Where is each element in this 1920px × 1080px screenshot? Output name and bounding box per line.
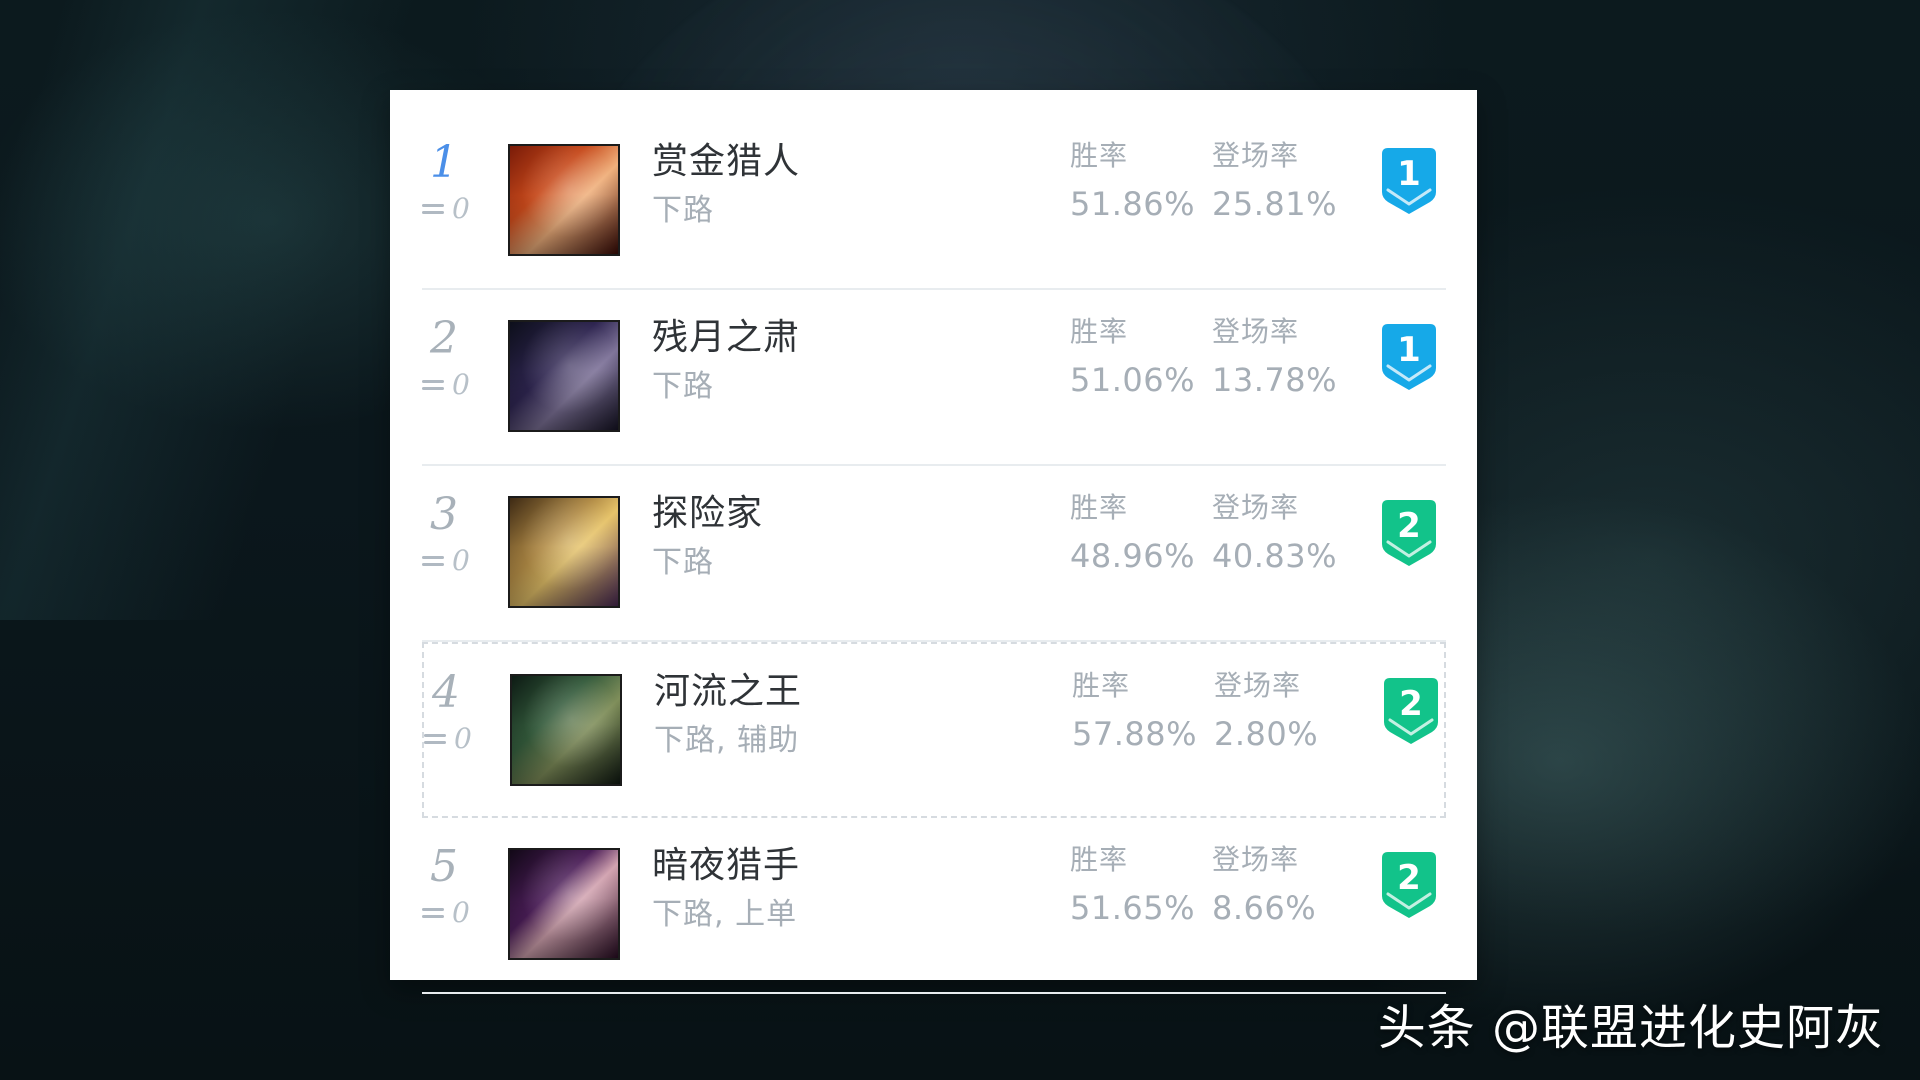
ranking-row-2[interactable]: 2 0 残月之肃 下路 胜率 51.06% 登场率 13.78% 1 (422, 290, 1446, 466)
champion-portrait-icon[interactable] (510, 674, 622, 786)
win-rate-stat: 胜率 57.88% (1072, 668, 1212, 754)
equals-icon (422, 378, 444, 392)
ranking-row-1[interactable]: 1 0 赏金猎人 下路 胜率 51.86% 登场率 25.81% 1 (422, 114, 1446, 290)
win-rate-value: 51.86% (1070, 185, 1196, 223)
pick-rate-label: 登场率 (1212, 491, 1300, 524)
pick-rate-value: 40.83% (1212, 537, 1338, 575)
win-rate-label: 胜率 (1072, 669, 1131, 702)
rank-change: 0 (422, 896, 502, 930)
pick-rate-label: 登场率 (1212, 315, 1300, 348)
ranking-row-4[interactable]: 4 0 河流之王 下路, 辅助 胜率 57.88% 登场率 2.80% 2 (422, 642, 1446, 818)
equals-icon (424, 732, 446, 746)
win-rate-value: 51.65% (1070, 889, 1196, 927)
champion-lane: 下路, 辅助 (654, 723, 800, 758)
champion-ranking-panel: 1 0 赏金猎人 下路 胜率 51.86% 登场率 25.81% 1 2 0 残… (390, 90, 1477, 994)
champion-name[interactable]: 暗夜猎手 (652, 844, 800, 888)
pick-rate-stat: 登场率 13.78% (1212, 314, 1352, 400)
rank-change: 0 (424, 722, 504, 756)
rank-change: 0 (422, 368, 502, 402)
win-rate-label: 胜率 (1070, 139, 1129, 172)
pick-rate-label: 登场率 (1212, 139, 1300, 172)
rank-change-value: 0 (452, 192, 470, 225)
tier-badge-number: 2 (1397, 858, 1421, 898)
win-rate-label: 胜率 (1070, 315, 1129, 348)
watermark-text: 头条 @联盟进化史阿灰 (1377, 1000, 1884, 1056)
win-rate-stat: 胜率 48.96% (1070, 490, 1210, 576)
win-rate-value: 51.06% (1070, 361, 1196, 399)
equals-icon (422, 906, 444, 920)
rank-change-value: 0 (452, 368, 470, 401)
win-rate-label: 胜率 (1070, 843, 1129, 876)
tier-badge-icon: 1 (1378, 320, 1440, 392)
pick-rate-stat: 登场率 40.83% (1212, 490, 1352, 576)
champion-portrait-icon[interactable] (508, 848, 620, 960)
portrait-shade (510, 498, 618, 606)
win-rate-value: 57.88% (1072, 715, 1198, 753)
equals-icon (422, 202, 444, 216)
tier-badge-icon: 2 (1380, 674, 1442, 746)
pick-rate-value: 13.78% (1212, 361, 1338, 399)
rank-change-value: 0 (454, 722, 472, 755)
portrait-shade (512, 676, 620, 784)
champion-name[interactable]: 赏金猎人 (652, 140, 800, 184)
pick-rate-label: 登场率 (1212, 843, 1300, 876)
tier-badge-icon: 2 (1378, 848, 1440, 920)
champion-lane: 下路, 上单 (652, 897, 798, 932)
rank-change-value: 0 (452, 896, 470, 929)
tier-badge-number: 2 (1397, 506, 1421, 546)
rank-number: 3 (430, 489, 458, 540)
pick-rate-stat: 登场率 25.81% (1212, 138, 1352, 224)
ranking-row-5[interactable]: 5 0 暗夜猎手 下路, 上单 胜率 51.65% 登场率 8.66% 2 (422, 818, 1446, 994)
pick-rate-label: 登场率 (1214, 669, 1302, 702)
win-rate-stat: 胜率 51.06% (1070, 314, 1210, 400)
portrait-shade (510, 146, 618, 254)
tier-badge-number: 1 (1397, 154, 1421, 194)
rank-change: 0 (422, 192, 502, 226)
rank-change: 0 (422, 544, 502, 578)
champion-portrait-icon[interactable] (508, 320, 620, 432)
pick-rate-stat: 登场率 2.80% (1214, 668, 1354, 754)
win-rate-stat: 胜率 51.65% (1070, 842, 1210, 928)
champion-portrait-icon[interactable] (508, 144, 620, 256)
portrait-shade (510, 850, 618, 958)
rank-number: 1 (430, 137, 458, 188)
rank-number: 4 (432, 667, 460, 718)
portrait-shade (510, 322, 618, 430)
champion-name[interactable]: 河流之王 (654, 670, 802, 714)
pick-rate-stat: 登场率 8.66% (1212, 842, 1352, 928)
champion-lane: 下路 (652, 369, 714, 404)
champion-lane: 下路 (652, 545, 714, 580)
win-rate-label: 胜率 (1070, 491, 1129, 524)
champion-portrait-icon[interactable] (508, 496, 620, 608)
rank-number: 5 (430, 841, 458, 892)
win-rate-stat: 胜率 51.86% (1070, 138, 1210, 224)
rank-change-value: 0 (452, 544, 470, 577)
pick-rate-value: 25.81% (1212, 185, 1338, 223)
tier-badge-icon: 1 (1378, 144, 1440, 216)
win-rate-value: 48.96% (1070, 537, 1196, 575)
tier-badge-icon: 2 (1378, 496, 1440, 568)
pick-rate-value: 2.80% (1214, 715, 1319, 753)
champion-name[interactable]: 残月之肃 (652, 316, 800, 360)
ranking-row-3[interactable]: 3 0 探险家 下路 胜率 48.96% 登场率 40.83% 2 (422, 466, 1446, 642)
background-streak (0, 0, 421, 620)
champion-lane: 下路 (652, 193, 714, 228)
equals-icon (422, 554, 444, 568)
rank-number: 2 (430, 313, 458, 364)
tier-badge-number: 2 (1399, 684, 1423, 724)
pick-rate-value: 8.66% (1212, 889, 1317, 927)
tier-badge-number: 1 (1397, 330, 1421, 370)
champion-name[interactable]: 探险家 (652, 492, 763, 536)
